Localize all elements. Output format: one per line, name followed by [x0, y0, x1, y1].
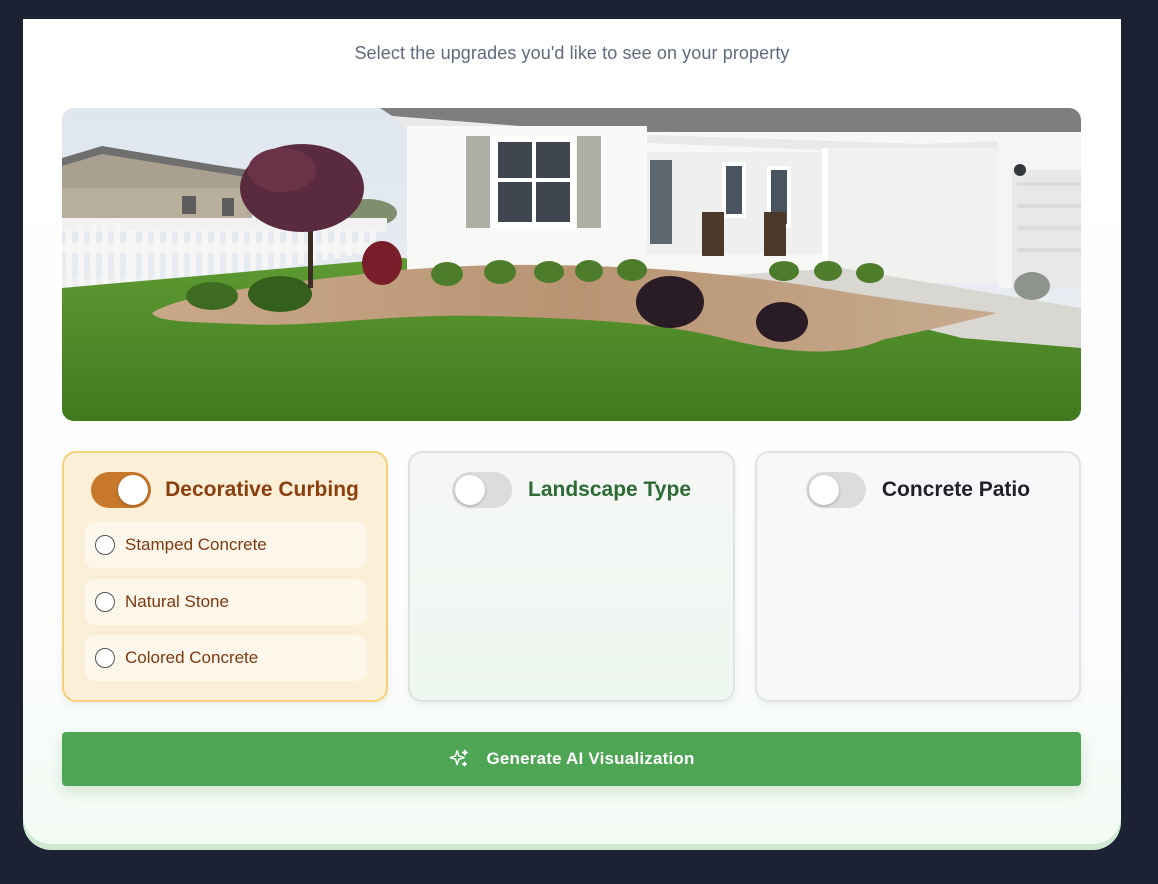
card-header: Landscape Type — [410, 472, 733, 508]
option-natural-stone[interactable]: Natural Stone — [85, 578, 367, 625]
card-header: Concrete Patio — [757, 472, 1079, 508]
radio-button[interactable] — [95, 535, 115, 555]
card-title: Decorative Curbing — [165, 478, 359, 501]
option-label: Natural Stone — [125, 591, 229, 611]
upgrade-card-decorative-curbing: Decorative Curbing Stamped Concrete Natu… — [62, 451, 388, 702]
toggle-knob — [118, 475, 149, 505]
curbing-options: Stamped Concrete Natural Stone Colored C… — [85, 522, 367, 692]
card-header: Decorative Curbing — [64, 472, 386, 508]
landscape-type-toggle[interactable] — [452, 472, 512, 508]
card-title: Concrete Patio — [881, 478, 1031, 501]
option-colored-concrete[interactable]: Colored Concrete — [85, 635, 367, 681]
toggle-knob — [808, 475, 839, 505]
property-photo — [62, 108, 1081, 421]
sparkles-icon — [449, 749, 469, 767]
option-label: Stamped Concrete — [125, 535, 267, 554]
upgrade-card-concrete-patio: Concrete Patio — [755, 451, 1081, 702]
concrete-patio-toggle[interactable] — [805, 472, 866, 508]
option-stamped-concrete[interactable]: Stamped Concrete — [85, 522, 367, 568]
radio-button[interactable] — [95, 648, 115, 668]
upgrade-card-landscape-type: Landscape Type — [408, 451, 735, 702]
generate-button-label: Generate AI Visualization — [486, 749, 695, 768]
decorative-curbing-toggle[interactable] — [91, 472, 152, 508]
generate-visualization-button[interactable]: Generate AI Visualization — [62, 732, 1081, 786]
card-title: Landscape Type — [528, 478, 691, 501]
option-label: Colored Concrete — [125, 648, 259, 667]
upgrade-selector-panel: Select the upgrades you'd like to see on… — [23, 19, 1121, 844]
radio-button[interactable] — [95, 591, 115, 612]
page-subtitle: Select the upgrades you'd like to see on… — [354, 43, 790, 63]
toggle-knob — [455, 475, 485, 505]
